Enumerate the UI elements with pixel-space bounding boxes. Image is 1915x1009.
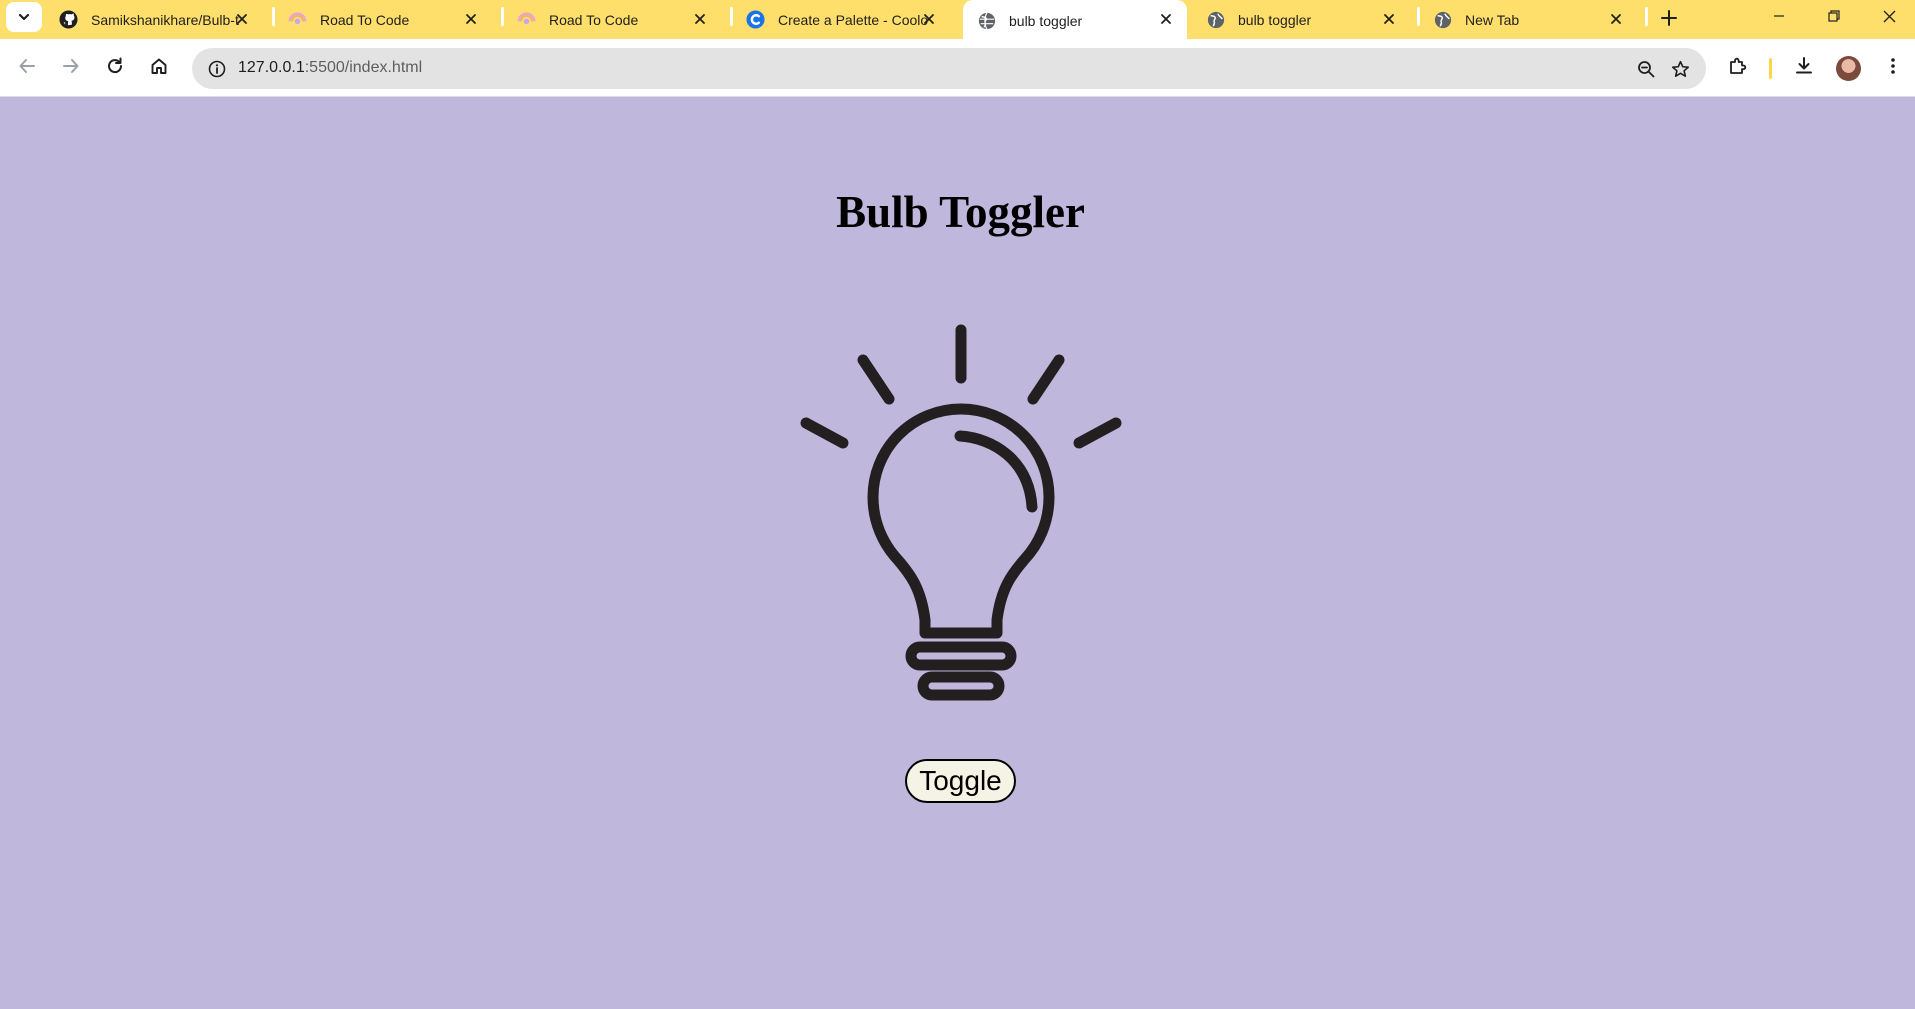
zoom-button[interactable] xyxy=(1630,53,1662,85)
github-icon xyxy=(59,10,78,29)
globe-icon xyxy=(1206,10,1225,29)
tab-road-to-code-2[interactable]: Road To Code xyxy=(503,0,721,39)
profile-avatar[interactable] xyxy=(1836,56,1861,81)
reload-icon xyxy=(108,57,123,74)
restore-button[interactable] xyxy=(1807,0,1861,32)
toggle-button[interactable]: Toggle xyxy=(905,759,1016,803)
toolbar-divider xyxy=(1769,58,1772,79)
close-tab-icon[interactable] xyxy=(1605,8,1627,30)
tab-road-to-code[interactable]: Road To Code xyxy=(274,0,492,39)
close-tab-icon[interactable] xyxy=(460,8,482,30)
browser-toolbar: 127.0.0.1:5500/index.html xyxy=(0,39,1915,97)
arrow-left-icon xyxy=(19,59,35,73)
tab-separator xyxy=(1645,7,1648,26)
restore-icon xyxy=(1828,10,1840,22)
page-content: Bulb Toggler Toggle xyxy=(0,97,1915,1009)
url-path: :5500/index.html xyxy=(304,59,423,76)
tab-coolors[interactable]: Create a Palette - Coolo xyxy=(732,0,950,39)
close-icon xyxy=(1883,10,1895,22)
arrow-right-icon xyxy=(63,59,79,73)
close-tab-icon[interactable] xyxy=(1378,8,1400,30)
site-info-button[interactable] xyxy=(200,52,234,86)
minimize-button[interactable] xyxy=(1752,0,1806,32)
road-to-code-icon xyxy=(288,10,307,29)
page-title: Bulb Toggler xyxy=(836,187,1085,237)
tab-bulb-toggler[interactable]: bulb toggler xyxy=(1192,0,1410,39)
puzzle-icon xyxy=(1730,57,1747,74)
coolors-icon xyxy=(746,10,765,29)
road-to-code-icon xyxy=(517,10,536,29)
chevron-down-icon xyxy=(18,13,30,21)
close-tab-icon[interactable] xyxy=(231,8,253,30)
bookmark-button[interactable] xyxy=(1664,53,1696,85)
home-button[interactable] xyxy=(142,49,176,83)
zoom-out-icon xyxy=(1638,61,1655,78)
tab-github[interactable]: Samikshanikhare/Bulb-t xyxy=(45,0,263,39)
star-icon xyxy=(1671,60,1689,77)
tab-new-tab[interactable]: New Tab xyxy=(1419,0,1637,39)
home-icon xyxy=(151,58,167,74)
more-vertical-icon xyxy=(1891,58,1895,74)
download-icon xyxy=(1796,57,1812,74)
plus-icon xyxy=(1661,10,1677,26)
extensions-button[interactable] xyxy=(1721,49,1755,83)
info-icon xyxy=(208,60,226,78)
globe-icon xyxy=(1433,10,1452,29)
downloads-button[interactable] xyxy=(1787,49,1821,83)
close-window-button[interactable] xyxy=(1862,0,1915,32)
reload-button[interactable] xyxy=(98,49,132,83)
url-text[interactable]: 127.0.0.1:5500/index.html xyxy=(238,59,422,77)
minimize-icon xyxy=(1774,15,1784,17)
browser-menu-button[interactable] xyxy=(1876,49,1910,83)
close-tab-icon[interactable] xyxy=(689,8,711,30)
tab-strip: Samikshanikhare/Bulb-t Road To Code Road… xyxy=(0,0,1915,41)
globe-icon xyxy=(977,11,996,30)
lightbulb-icon xyxy=(800,324,1122,701)
back-button[interactable] xyxy=(10,49,44,83)
forward-button[interactable] xyxy=(54,49,88,83)
url-host: 127.0.0.1 xyxy=(238,59,305,76)
tab-search-button[interactable] xyxy=(6,2,42,32)
close-tab-icon[interactable] xyxy=(1155,8,1177,30)
address-bar[interactable]: 127.0.0.1:5500/index.html xyxy=(192,48,1706,89)
close-tab-icon[interactable] xyxy=(918,8,940,30)
tab-bulb-toggler-active[interactable]: bulb toggler xyxy=(963,0,1187,41)
new-tab-button[interactable] xyxy=(1654,3,1684,33)
